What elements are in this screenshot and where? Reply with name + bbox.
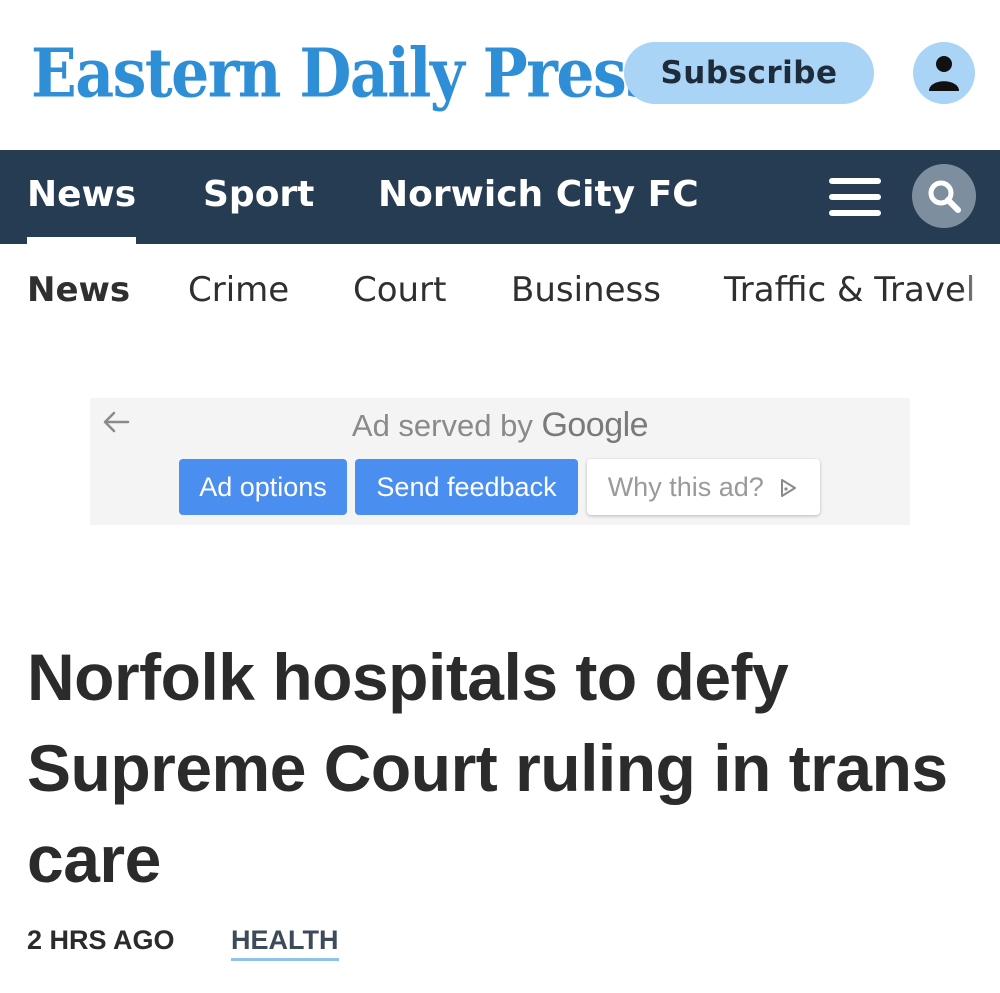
ad-served-by: Ad served by Google [90,406,910,445]
send-feedback-button[interactable]: Send feedback [355,459,578,515]
google-brand: Google [541,406,649,444]
subnav-item-crime[interactable]: Crime [188,244,289,338]
tab-sport[interactable]: Sport [203,150,314,244]
user-icon [929,56,959,91]
adchoices-icon [781,479,797,497]
search-button[interactable] [912,164,976,228]
hamburger-icon[interactable] [829,178,883,218]
why-this-ad-button[interactable]: Why this ad? [587,459,820,515]
ad-served-prefix: Ad served by [351,408,533,443]
masthead: Eastern Daily Press Subscribe [0,0,1000,150]
tab-norwich-city-fc[interactable]: Norwich City FC [378,150,699,244]
subnav-item-news[interactable]: News [27,244,130,338]
article-timestamp: 2 HRS AGO [27,925,175,955]
tab-news[interactable]: News [27,150,137,244]
article-headline: Norfolk hospitals to defy Supreme Court … [27,640,948,896]
subnav-fade [960,244,1000,338]
subscribe-button[interactable]: Subscribe [624,42,874,104]
subnav-item-court[interactable]: Court [353,244,446,338]
ad-options-button[interactable]: Ad options [179,459,347,515]
article-category-link[interactable]: HEALTH [231,925,339,961]
account-button[interactable] [913,42,975,104]
why-this-ad-label: Why this ad? [607,472,764,502]
subnav-item-business[interactable]: Business [511,244,661,338]
search-icon [928,180,961,213]
subnav-item-traffic-travel[interactable]: Traffic & Travel [724,244,975,338]
site-logo[interactable]: Eastern Daily Press [31,20,659,128]
section-subnav: News Crime Court Business Traffic & Trav… [0,244,1000,338]
ad-box: Ad served by Google Ad options Send feed… [90,398,910,525]
